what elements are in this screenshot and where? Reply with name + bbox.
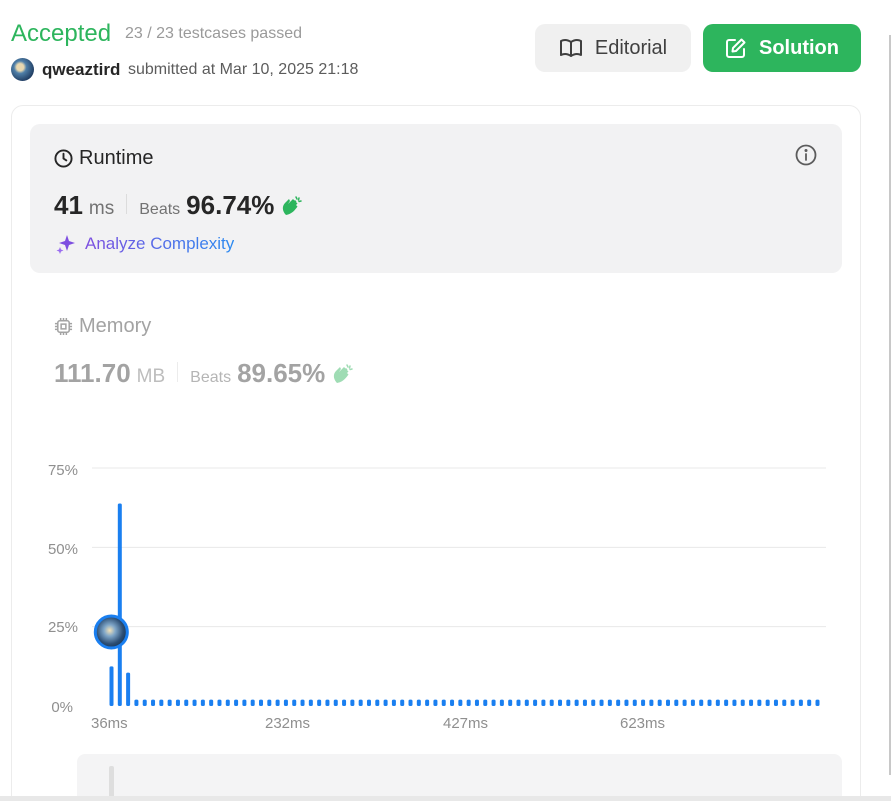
solution-label: Solution [759,36,839,59]
y-tick-label: 0% [51,699,73,716]
x-tick-label: 427ms [443,715,489,732]
sparkle-icon [56,235,75,254]
runtime-unit: ms [88,198,115,219]
memory-beats-pct: 89.65% [237,358,326,388]
runtime-values: 41 ms Beats 96.74% [54,190,304,221]
status-title: Accepted [11,20,112,47]
divider [177,362,179,382]
testcases-passed: 23 / 23 testcases passed [125,25,302,42]
y-tick-label: 50% [47,541,78,558]
runtime-value: 41 [54,190,83,220]
memory-values: 111.70 MB Beats 89.65% [54,358,355,389]
edit-icon [726,38,746,58]
bottom-divider [0,796,891,801]
analyze-label: Analyze Complexity [85,234,235,253]
submitted-time: submitted at Mar 10, 2025 21:18 [128,61,359,78]
editorial-label: Editorial [594,36,668,59]
x-tick-label: 36ms [91,715,128,732]
memory-beats-label: Beats [190,369,232,386]
y-tick-label: 25% [47,619,78,636]
info-icon[interactable] [795,144,817,166]
avatar[interactable] [11,58,34,81]
x-tick-label: 623ms [620,715,666,732]
memory-label: Memory [79,315,152,337]
analyze-complexity-link[interactable]: Analyze Complexity [55,234,234,254]
username-link[interactable]: qweaztird [42,60,120,80]
chip-icon [54,317,73,336]
solution-button[interactable]: Solution [703,24,861,72]
book-icon [559,38,582,57]
runtime-label: Runtime [79,147,154,169]
runtime-header: Runtime [54,147,153,170]
runtime-beats-pct: 96.74% [186,190,275,220]
y-tick-label: 75% [47,462,78,479]
clap-icon [283,195,303,215]
code-panel [77,754,842,801]
memory-unit: MB [136,366,166,387]
editorial-button[interactable]: Editorial [535,24,691,72]
clock-icon [54,149,73,168]
x-tick-label: 232ms [265,715,311,732]
memory-value: 111.70 [54,358,131,388]
clap-icon [334,363,354,383]
runtime-beats-label: Beats [139,201,181,218]
divider [126,194,128,214]
memory-header[interactable]: Memory [54,315,151,338]
